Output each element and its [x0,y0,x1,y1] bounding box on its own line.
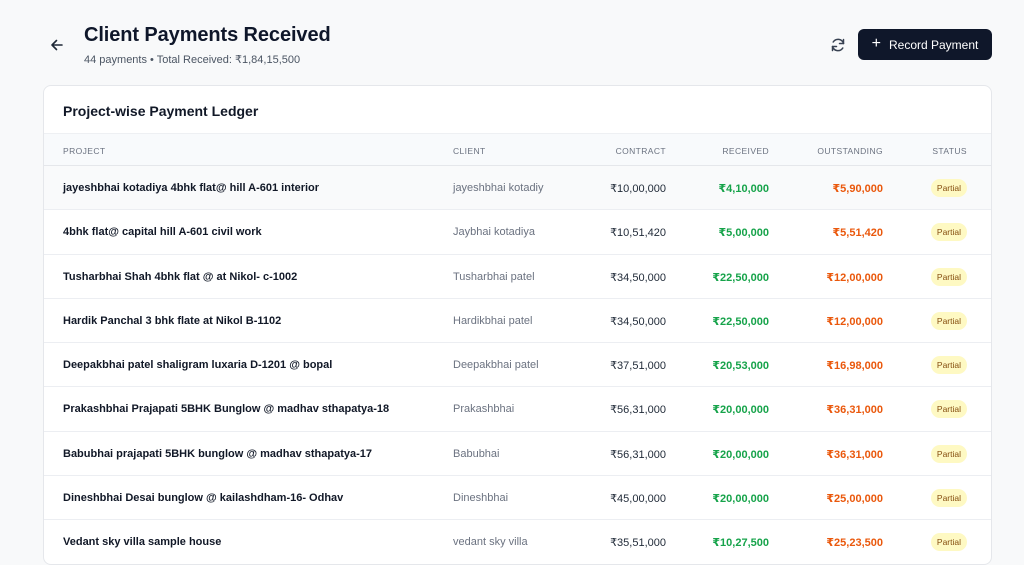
received-cell: ₹5,00,000 [718,227,769,240]
project-cell: Dineshbhai Desai bunglow @ kailashdham-1… [63,492,344,505]
status-badge: Partial [930,179,967,197]
status-badge: Partial [930,311,967,330]
status-badge: Partial [930,533,967,552]
table-row[interactable]: 4bhk flat@ capital hill A-601 civil work… [44,210,991,255]
project-cell: Deepakbhai patel shaligram luxaria D-120… [63,359,333,372]
received-cell: ₹22,50,000 [712,315,769,328]
table-row[interactable]: Vedant sky villa sample house vedant sky… [44,520,991,564]
outstanding-cell: ₹25,23,500 [826,537,883,550]
project-cell: 4bhk flat@ capital hill A-601 civil work [63,226,262,239]
client-cell: Dineshbhai [453,492,509,505]
client-cell: vedant sky villa [453,536,528,549]
contract-cell: ₹56,31,000 [610,448,666,461]
client-cell: Prakashbhai [453,403,515,416]
column-header-outstanding[interactable]: OUTSTANDING [817,146,883,156]
client-cell: Babubhai [453,447,500,460]
status-badge: Partial [930,400,967,419]
contract-cell: ₹56,31,000 [610,404,666,417]
record-payment-label: Record Payment [888,37,979,52]
client-cell: Hardikbhai patel [453,314,533,327]
refresh-button[interactable] [826,34,850,56]
table-body: jayeshbhai kotadiya 4bhk flat@ hill A-60… [44,166,991,564]
table-row[interactable]: jayeshbhai kotadiya 4bhk flat@ hill A-60… [44,166,991,211]
outstanding-cell: ₹16,98,000 [826,360,883,373]
received-cell: ₹22,50,000 [712,271,769,284]
refresh-icon [831,38,845,52]
column-header-contract[interactable]: CONTRACT [616,146,666,156]
client-cell: Jaybhai kotadiya [453,226,535,239]
received-cell: ₹20,00,000 [712,404,769,417]
page-title: Client Payments Received [84,24,331,46]
outstanding-cell: ₹36,31,000 [826,404,883,417]
contract-cell: ₹34,50,000 [610,315,666,328]
received-cell: ₹20,53,000 [712,360,769,373]
received-cell: ₹20,00,000 [712,493,769,506]
page-subtitle: 44 payments • Total Received: ₹1,84,15,5… [84,54,301,66]
project-cell: Babubhai prajapati 5BHK bunglow @ madhav… [63,447,373,460]
project-cell: jayeshbhai kotadiya 4bhk flat@ hill A-60… [63,182,320,194]
received-cell: ₹10,27,500 [712,537,769,550]
outstanding-cell: ₹5,51,420 [832,227,883,240]
table-row[interactable]: Tusharbhai Shah 4bhk flat @ at Nikol- c-… [44,255,991,299]
contract-cell: ₹10,51,420 [610,227,666,240]
back-button[interactable] [46,34,68,56]
arrow-left-icon [51,39,63,51]
project-cell: Tusharbhai Shah 4bhk flat @ at Nikol- c-… [63,270,298,283]
client-cell: Deepakbhai patel [453,359,539,372]
table-row[interactable]: Deepakbhai patel shaligram luxaria D-120… [44,343,991,388]
table-header: PROJECT CLIENT CONTRACT RECEIVED OUTSTAN… [44,133,991,166]
table-row[interactable]: Dineshbhai Desai bunglow @ kailashdham-1… [44,476,991,521]
contract-cell: ₹10,00,000 [610,183,666,195]
project-cell: Hardik Panchal 3 bhk flate at Nikol B-11… [63,314,282,327]
column-header-project[interactable]: PROJECT [63,146,105,156]
column-header-received[interactable]: RECEIVED [722,146,769,156]
status-badge: Partial [930,356,967,375]
plus-icon: + [871,34,881,52]
table-row[interactable]: Babubhai prajapati 5BHK bunglow @ madhav… [44,432,991,477]
contract-cell: ₹45,00,000 [610,493,666,506]
page-header: Client Payments Received 44 payments • T… [0,0,1024,86]
outstanding-cell: ₹25,00,000 [826,493,883,506]
contract-cell: ₹37,51,000 [610,360,666,373]
received-cell: ₹20,00,000 [712,448,769,461]
outstanding-cell: ₹12,00,000 [826,315,883,328]
client-cell: Tusharbhai patel [453,270,535,283]
contract-cell: ₹34,50,000 [610,271,666,284]
column-header-status[interactable]: STATUS [932,146,967,156]
column-header-client[interactable]: CLIENT [453,146,486,156]
outstanding-cell: ₹12,00,000 [826,271,883,284]
client-cell: jayeshbhai kotadiy [453,182,544,194]
contract-cell: ₹35,51,000 [610,537,666,550]
outstanding-cell: ₹5,90,000 [832,183,883,195]
status-badge: Partial [930,267,967,286]
received-cell: ₹4,10,000 [718,183,769,195]
record-payment-button[interactable]: + Record Payment [858,29,992,60]
status-badge: Partial [930,444,967,463]
status-badge: Partial [930,489,967,508]
table-row[interactable]: Prakashbhai Prajapati 5BHK Bunglow @ mad… [44,387,991,432]
ledger-title: Project-wise Payment Ledger [63,103,259,119]
status-badge: Partial [930,223,967,242]
table-row[interactable]: Hardik Panchal 3 bhk flate at Nikol B-11… [44,299,991,344]
project-cell: Prakashbhai Prajapati 5BHK Bunglow @ mad… [63,403,390,416]
payment-ledger-card: Project-wise Payment Ledger PROJECT CLIE… [43,85,992,565]
outstanding-cell: ₹36,31,000 [826,448,883,461]
project-cell: Vedant sky villa sample house [63,536,222,549]
